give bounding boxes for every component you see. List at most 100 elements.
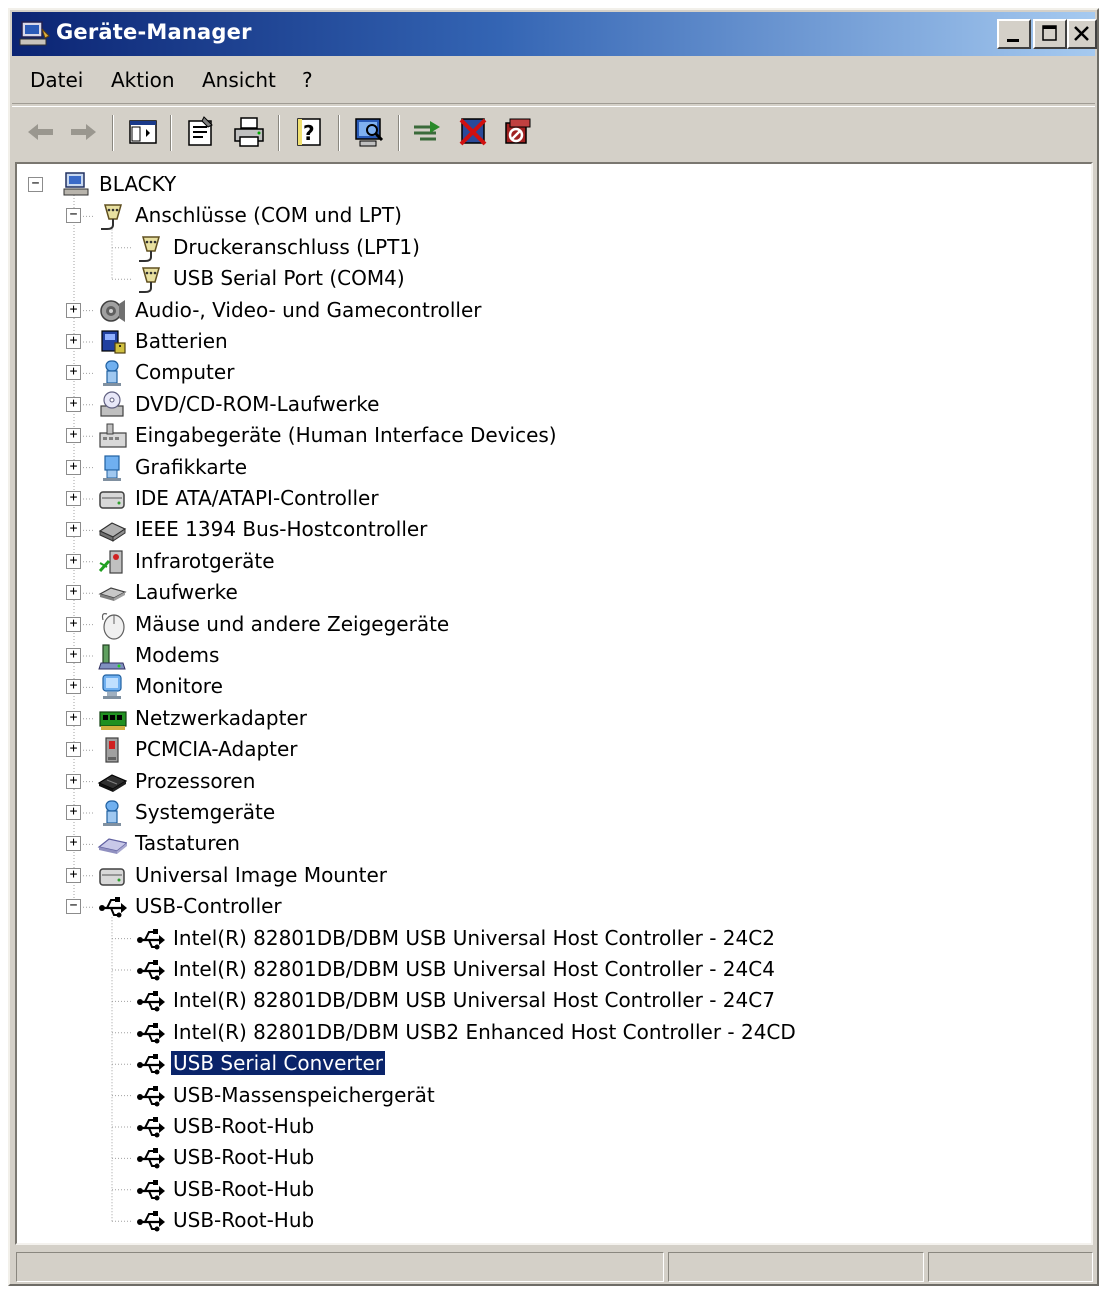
- computer-manage-icon: [19, 21, 50, 46]
- forward-icon[interactable]: [66, 115, 100, 149]
- update-driver-icon[interactable]: [410, 115, 444, 149]
- usb-icon: [137, 1148, 165, 1169]
- expand-toggle[interactable]: +: [66, 648, 81, 663]
- tree-item-label: Prozessoren: [135, 768, 256, 793]
- toolbar-separator: [112, 115, 114, 151]
- usb-icon: [137, 1054, 165, 1075]
- tree-item-label: PCMCIA-Adapter: [135, 737, 298, 762]
- back-icon[interactable]: [24, 115, 58, 149]
- audio-icon: [100, 299, 125, 322]
- expand-toggle[interactable]: +: [66, 585, 81, 601]
- tree-item-label: Intel(R) 82801DB/DBM USB Universal Host …: [173, 957, 775, 981]
- status-cell-3: [928, 1252, 1093, 1282]
- expand-toggle[interactable]: +: [66, 491, 81, 506]
- toolbar-separator: [278, 115, 280, 151]
- tree-item-label: Laufwerke: [135, 580, 238, 605]
- display-adapter-icon: [103, 454, 121, 481]
- device-tree[interactable]: BLACKY − Anschlüsse (COM und LPT) − Druckera…: [15, 162, 1093, 1245]
- usb-icon: [137, 928, 165, 950]
- disable-icon[interactable]: [500, 115, 534, 149]
- window-title: Geräte-Manager: [56, 20, 252, 44]
- tree-item-label: IEEE 1394 Bus-Hostcontroller: [135, 517, 428, 542]
- menu-datei[interactable]: Datei: [30, 68, 83, 92]
- close-icon: [1074, 26, 1089, 41]
- menu-help[interactable]: ?: [302, 68, 313, 92]
- tree-item-label: USB-Root-Hub: [173, 1114, 315, 1138]
- collapse-toggle[interactable]: −: [28, 177, 43, 192]
- menu-ansicht[interactable]: Ansicht: [202, 68, 276, 92]
- expand-toggle[interactable]: +: [66, 710, 81, 726]
- expand-toggle[interactable]: +: [66, 522, 81, 538]
- usb-icon: [99, 897, 127, 918]
- tree-item-label: Intel(R) 82801DB/DBM USB Universal Host …: [173, 988, 775, 1013]
- expand-toggle[interactable]: +: [66, 396, 81, 412]
- computer-icon: [63, 172, 89, 196]
- expand-toggle[interactable]: +: [66, 334, 81, 349]
- usb-icon: [137, 960, 165, 981]
- cdrom-icon: [100, 391, 124, 417]
- expand-toggle[interactable]: +: [66, 805, 81, 820]
- monitor-icon: [102, 674, 122, 700]
- print-icon[interactable]: [232, 115, 266, 149]
- toolbar-separator: [170, 115, 172, 151]
- toolbar-separator: [398, 115, 400, 151]
- expand-toggle[interactable]: +: [66, 365, 81, 381]
- tree-item-label: Batterien: [135, 329, 228, 353]
- maximize-button[interactable]: [1033, 19, 1067, 49]
- tree-item-label: USB-Root-Hub: [173, 1145, 315, 1170]
- toolbar-separator: [338, 115, 340, 151]
- port-icon: [101, 204, 122, 231]
- usb-icon: [137, 1117, 165, 1138]
- battery-icon: [101, 330, 126, 354]
- uninstall-icon[interactable]: [456, 115, 490, 149]
- title-bar[interactable]: Geräte-Manager: [12, 12, 1097, 56]
- expand-toggle[interactable]: +: [66, 836, 81, 852]
- tree-item-label: USB-Root-Hub: [173, 1176, 315, 1201]
- ide-icon: [99, 868, 125, 886]
- collapse-toggle[interactable]: −: [66, 208, 81, 224]
- collapse-toggle[interactable]: −: [66, 899, 81, 915]
- minimize-icon: [1007, 39, 1019, 42]
- menu-aktion[interactable]: Aktion: [111, 68, 175, 92]
- expand-toggle[interactable]: +: [66, 867, 81, 883]
- tree-item-label: Tastaturen: [135, 831, 240, 856]
- expand-toggle[interactable]: +: [66, 616, 81, 632]
- device-manager-window: Geräte-Manager Datei Aktion Ansicht ? ? …: [8, 8, 1099, 1286]
- expand-toggle[interactable]: +: [66, 302, 81, 318]
- show-hide-console-tree-icon[interactable]: [126, 115, 160, 149]
- expand-toggle[interactable]: +: [66, 553, 81, 569]
- usb-icon: [137, 1085, 165, 1107]
- tree-item-label: Monitore: [135, 674, 223, 699]
- expand-toggle[interactable]: +: [66, 773, 81, 789]
- usb-icon: [137, 1211, 165, 1232]
- help-icon[interactable]: ?: [292, 115, 326, 149]
- close-button[interactable]: [1067, 19, 1097, 49]
- hid-icon: [99, 423, 127, 448]
- usb-icon: [137, 991, 165, 1012]
- tree-item-label: USB-Root-Hub: [173, 1208, 315, 1233]
- expand-toggle[interactable]: +: [66, 742, 81, 758]
- scan-hardware-icon[interactable]: [352, 115, 386, 149]
- tree-item-label: Computer: [135, 360, 235, 385]
- tree-item-label: Universal Image Mounter: [135, 862, 388, 887]
- expand-toggle[interactable]: +: [66, 428, 81, 444]
- minimize-button[interactable]: [997, 19, 1031, 49]
- computer-monitor-icon: [103, 360, 121, 387]
- tree-item-label: Intel(R) 82801DB/DBM USB Universal Host …: [173, 925, 775, 950]
- tree-item-label: Infrarotgeräte: [135, 548, 275, 573]
- menu-bar: Datei Aktion Ansicht ?: [12, 58, 1095, 104]
- system-device-icon: [103, 800, 121, 826]
- tree-item-label: Druckeranschluss (LPT1): [173, 234, 420, 259]
- tree-item-label: USB-Massenspeichergerät: [173, 1082, 435, 1107]
- toolbar: ?: [12, 106, 1095, 158]
- expand-toggle[interactable]: +: [66, 679, 81, 695]
- pcmcia-icon: [105, 737, 119, 763]
- tree-item-label: Mäuse und andere Zeigegeräte: [135, 611, 450, 636]
- tree-item-label: Anschlüsse (COM und LPT): [135, 203, 402, 228]
- expand-toggle[interactable]: +: [66, 459, 81, 475]
- tree-item-label: Netzwerkadapter: [135, 705, 307, 730]
- properties-icon[interactable]: [184, 115, 218, 149]
- tree-item-label: DVD/CD-ROM-Laufwerke: [135, 391, 380, 416]
- tree-item-label: USB Serial Port (COM4): [173, 266, 405, 291]
- firewire-icon: [98, 522, 127, 543]
